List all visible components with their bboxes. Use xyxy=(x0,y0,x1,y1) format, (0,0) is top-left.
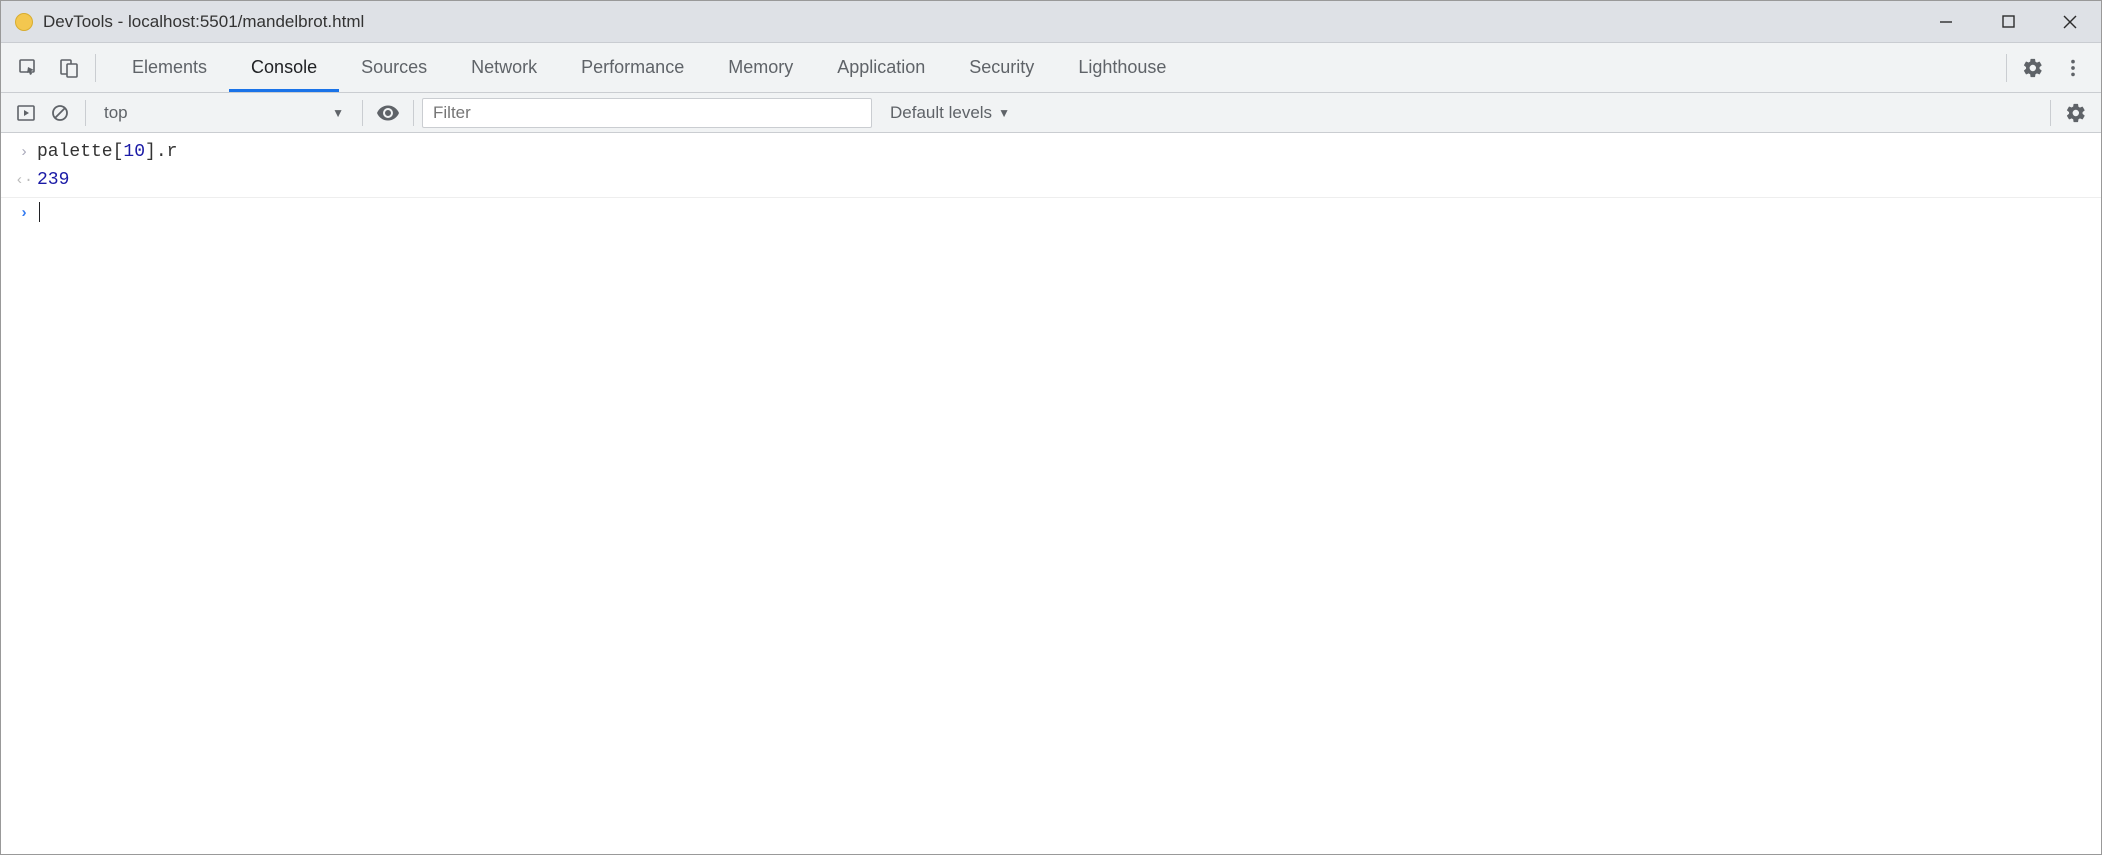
window-titlebar: DevTools - localhost:5501/mandelbrot.htm… xyxy=(1,1,2101,43)
console-result-value: 239 xyxy=(37,167,69,195)
tab-elements[interactable]: Elements xyxy=(110,43,229,92)
separator xyxy=(95,54,96,82)
filter-input[interactable] xyxy=(433,103,861,123)
minimize-button[interactable] xyxy=(1915,1,1977,42)
output-chevron-icon: ‹· xyxy=(11,167,37,195)
device-toolbar-icon[interactable] xyxy=(49,43,89,92)
console-toolbar: top ▼ Default levels ▼ xyxy=(1,93,2101,133)
dropdown-icon: ▼ xyxy=(332,106,344,120)
settings-gear-icon[interactable] xyxy=(2013,43,2053,92)
toggle-sidebar-icon[interactable] xyxy=(9,93,43,132)
console-body[interactable]: › palette[10].r ‹· 239 › xyxy=(1,133,2101,228)
tab-performance[interactable]: Performance xyxy=(559,43,706,92)
dropdown-icon: ▼ xyxy=(998,106,1010,120)
window-title: DevTools - localhost:5501/mandelbrot.htm… xyxy=(43,12,1915,32)
console-prompt-input[interactable] xyxy=(37,200,40,228)
console-settings-gear-icon[interactable] xyxy=(2059,93,2093,132)
tab-sources[interactable]: Sources xyxy=(339,43,449,92)
clear-console-icon[interactable] xyxy=(43,93,77,132)
live-expression-icon[interactable] xyxy=(371,93,405,132)
separator xyxy=(362,100,363,126)
log-levels-selector[interactable]: Default levels ▼ xyxy=(890,103,1010,123)
separator xyxy=(2050,100,2051,126)
console-prompt-row[interactable]: › xyxy=(1,198,2101,228)
panel-tabs: Elements Console Sources Network Perform… xyxy=(110,43,2000,92)
tab-network[interactable]: Network xyxy=(449,43,559,92)
separator xyxy=(85,100,86,126)
more-menu-icon[interactable] xyxy=(2053,43,2093,92)
inspect-element-icon[interactable] xyxy=(9,43,49,92)
console-result-row: ‹· 239 xyxy=(1,167,2101,198)
separator xyxy=(2006,54,2007,82)
tab-memory[interactable]: Memory xyxy=(706,43,815,92)
tab-security[interactable]: Security xyxy=(947,43,1056,92)
separator xyxy=(413,100,414,126)
window-controls xyxy=(1915,1,2101,42)
devtools-icon xyxy=(15,13,33,31)
console-input-expression: palette[10].r xyxy=(37,139,177,167)
filter-box[interactable] xyxy=(422,98,872,128)
prompt-chevron-icon: › xyxy=(11,200,37,228)
tab-console[interactable]: Console xyxy=(229,43,339,92)
main-toolbar: Elements Console Sources Network Perform… xyxy=(1,43,2101,93)
maximize-button[interactable] xyxy=(1977,1,2039,42)
context-label: top xyxy=(104,103,128,123)
input-chevron-icon: › xyxy=(11,139,37,167)
text-cursor xyxy=(39,202,40,222)
close-button[interactable] xyxy=(2039,1,2101,42)
context-selector[interactable]: top ▼ xyxy=(94,103,354,123)
tab-lighthouse[interactable]: Lighthouse xyxy=(1056,43,1188,92)
log-levels-label: Default levels xyxy=(890,103,992,123)
tab-application[interactable]: Application xyxy=(815,43,947,92)
console-input-row: › palette[10].r xyxy=(1,139,2101,167)
